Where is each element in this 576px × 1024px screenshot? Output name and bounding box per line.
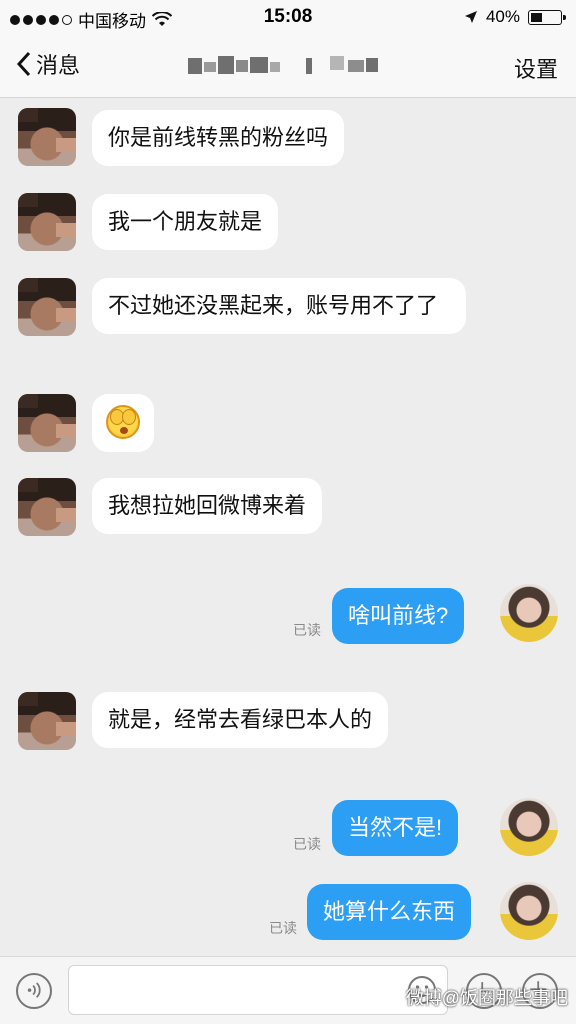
user-avatar[interactable] — [500, 882, 558, 940]
message-bubble[interactable]: 你是前线转黑的粉丝吗 — [92, 110, 345, 166]
read-status: 已读 — [293, 836, 321, 852]
location-arrow-icon — [464, 11, 477, 23]
contact-avatar[interactable] — [18, 692, 76, 750]
message-text: 不过她还没黑起来，账号用不了了 — [108, 293, 439, 318]
user-avatar[interactable] — [500, 584, 558, 642]
message-text: 就是，经常去看绿巴本人的 — [108, 707, 373, 732]
message-text: 当然不是! — [348, 815, 443, 840]
contact-avatar[interactable] — [18, 108, 76, 166]
message-bubble[interactable]: 她算什么东西 — [307, 884, 472, 940]
nav-bar: 消息 设置 — [0, 40, 576, 96]
message-bubble[interactable]: 不过她还没黑起来，账号用不了了 — [92, 278, 466, 334]
voice-icon — [27, 982, 41, 998]
settings-button[interactable]: 设置 — [514, 52, 558, 84]
back-label: 消息 — [36, 53, 81, 78]
message-text: 你是前线转黑的粉丝吗 — [108, 125, 329, 150]
battery-percent: 40% — [485, 7, 520, 26]
read-status: 已读 — [269, 920, 297, 936]
contact-avatar[interactable] — [18, 478, 76, 536]
chevron-left-icon — [16, 51, 31, 77]
message-text: 啥叫前线? — [348, 603, 449, 628]
back-button[interactable]: 消息 — [16, 48, 80, 80]
battery-icon — [528, 9, 566, 25]
watermark: 微博@饭圈那些事吧 — [405, 988, 568, 1008]
contact-avatar[interactable] — [18, 394, 76, 452]
battery-level — [531, 12, 542, 22]
covering-face-emoji-icon — [106, 405, 140, 440]
message-bubble[interactable] — [92, 394, 154, 452]
message-bubble[interactable]: 我一个朋友就是 — [92, 194, 279, 250]
message-bubble[interactable]: 当然不是! — [332, 800, 459, 856]
status-bar: 中国移动 15:08 40% — [0, 0, 576, 34]
message-bubble[interactable]: 我想拉她回微博来着 — [92, 478, 323, 534]
read-status: 已读 — [293, 622, 321, 638]
user-avatar[interactable] — [500, 798, 558, 856]
status-right: 40% — [464, 7, 566, 27]
message-input[interactable] — [68, 965, 448, 1015]
message-bubble[interactable]: 啥叫前线? — [332, 588, 465, 644]
message-bubble[interactable]: 就是，经常去看绿巴本人的 — [92, 692, 389, 748]
top-bar: 中国移动 15:08 40% 消息 设置 — [0, 0, 576, 98]
chat-area[interactable]: 你是前线转黑的粉丝吗 我一个朋友就是 不过她还没黑起来，账号用不了了 我想拉她回… — [0, 98, 576, 956]
voice-button[interactable] — [16, 973, 52, 1009]
message-text: 我想拉她回微博来着 — [108, 493, 307, 518]
contact-avatar[interactable] — [18, 193, 76, 251]
message-text: 我一个朋友就是 — [108, 209, 263, 234]
contact-name-redacted — [188, 54, 388, 78]
message-text: 她算什么东西 — [323, 899, 456, 924]
contact-avatar[interactable] — [18, 278, 76, 336]
